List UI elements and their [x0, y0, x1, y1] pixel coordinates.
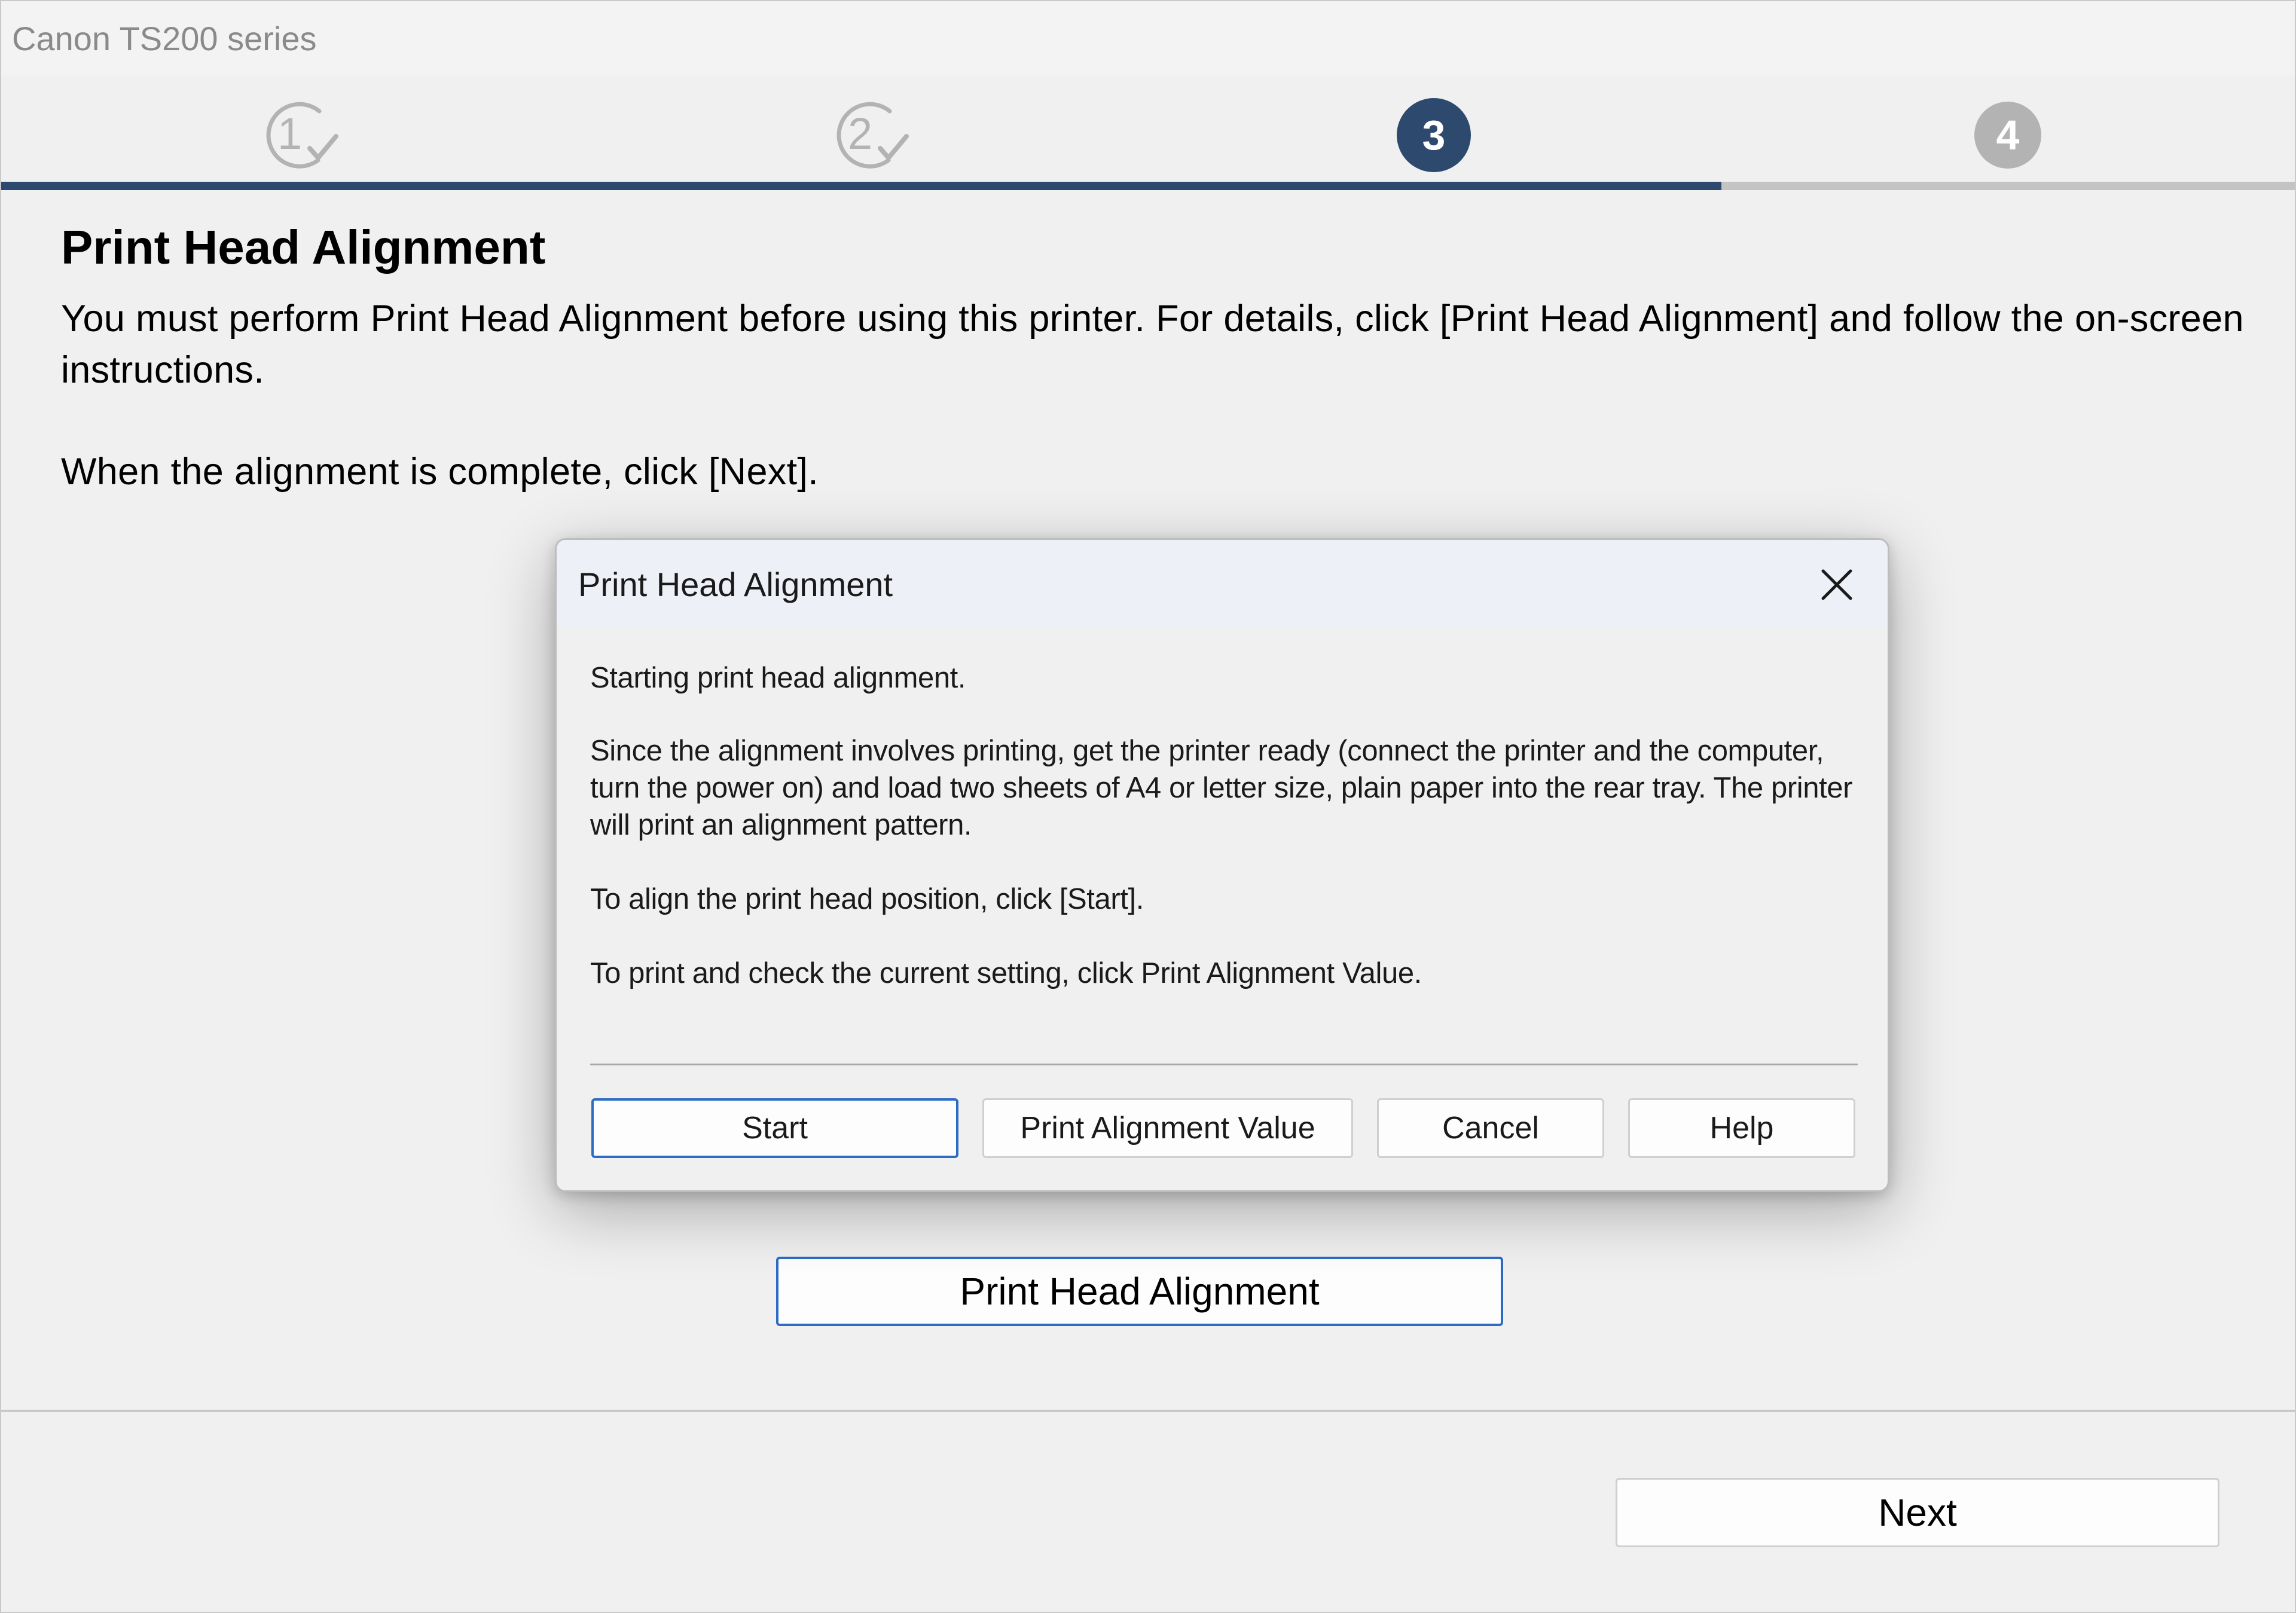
progress-bar-fill: [1, 182, 1721, 190]
help-button[interactable]: Help: [1628, 1098, 1855, 1158]
cancel-button[interactable]: Cancel: [1377, 1098, 1604, 1158]
progress-bar: [1, 182, 2295, 190]
step-2-completed-icon: 2: [826, 93, 910, 177]
step-3-current-icon: 3: [1392, 93, 1476, 177]
step-4-upcoming-icon: 4: [1966, 93, 2050, 177]
window-title: Canon TS200 series: [12, 20, 317, 57]
instructions-text: You must perform Print Head Alignment be…: [61, 298, 2244, 391]
completion-instructions-text: When the alignment is complete, click [N…: [61, 451, 819, 493]
dialog-start-hint: To align the print head position, click …: [590, 883, 1144, 915]
dialog-close-button[interactable]: [1816, 564, 1858, 606]
print-alignment-value-button[interactable]: Print Alignment Value: [982, 1098, 1353, 1158]
print-head-alignment-dialog: Print Head Alignment Starting print head…: [555, 538, 1889, 1192]
step-1-completed-icon: 1: [256, 93, 340, 177]
dialog-title: Print Head Alignment: [578, 566, 893, 603]
page-title: Print Head Alignment: [61, 221, 546, 274]
footer-divider: [1, 1410, 2295, 1412]
title-bar: Canon TS200 series: [1, 1, 2295, 75]
dialog-title-bar: Print Head Alignment: [557, 540, 1888, 627]
setup-window: Canon TS200 series 1 2 3 4 Print Head Al…: [0, 0, 2296, 1613]
start-button[interactable]: Start: [591, 1098, 958, 1158]
close-icon: [1821, 569, 1852, 600]
dialog-print-value-hint: To print and check the current setting, …: [590, 957, 1422, 989]
dialog-preparation-message: Since the alignment involves printing, g…: [590, 735, 1853, 841]
step-indicator: 1 2 3 4: [1, 75, 2295, 191]
print-head-alignment-button[interactable]: Print Head Alignment: [776, 1257, 1503, 1326]
dialog-divider: [590, 1064, 1858, 1065]
next-button[interactable]: Next: [1616, 1478, 2219, 1547]
dialog-start-message: Starting print head alignment.: [590, 662, 966, 694]
